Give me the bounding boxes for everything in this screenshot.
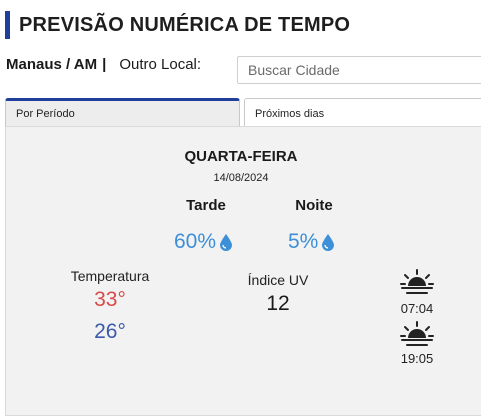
forecast-date: 14/08/2024 [213, 172, 269, 184]
forecast-panel: QUARTA-FEIRA 14/08/2024 Tarde Noite 60% … [5, 126, 481, 416]
raindrop-icon [322, 233, 335, 251]
current-location: Manaus / AM [6, 56, 98, 73]
other-location-label: Outro Local: [119, 56, 202, 73]
sunset-icon [400, 321, 434, 346]
location-row: Manaus / AM | Outro Local: [6, 56, 201, 73]
uv-index-value: 12 [266, 292, 290, 315]
temperature-label: Temperatura [70, 268, 150, 284]
tab-por-periodo[interactable]: Por Período [5, 98, 240, 126]
period-night-label: Noite [295, 197, 333, 214]
title-accent-bar [5, 11, 10, 39]
night-rain-chance: 5% [288, 230, 335, 254]
temperature-min: 26° [94, 320, 126, 343]
night-rain-value: 5% [288, 230, 319, 253]
location-separator: | [102, 56, 107, 73]
page-title: PREVISÃO NUMÉRICA DE TEMPO [19, 13, 351, 36]
temperature-max: 33° [94, 288, 126, 311]
sunrise-icon [400, 269, 434, 294]
forecast-day: QUARTA-FEIRA [184, 148, 298, 165]
raindrop-icon [220, 233, 233, 251]
tab-proximos-dias[interactable]: Próximos dias [244, 98, 481, 126]
uv-index-label: Índice UV [247, 272, 309, 288]
page-header: PREVISÃO NUMÉRICA DE TEMPO [0, 10, 350, 40]
afternoon-rain-chance: 60% [174, 230, 233, 254]
sunrise-time: 07:04 [400, 301, 434, 316]
city-search-input[interactable] [237, 56, 481, 84]
sunset-time: 19:05 [400, 351, 434, 366]
afternoon-rain-value: 60% [174, 230, 217, 253]
period-afternoon-label: Tarde [186, 197, 226, 214]
